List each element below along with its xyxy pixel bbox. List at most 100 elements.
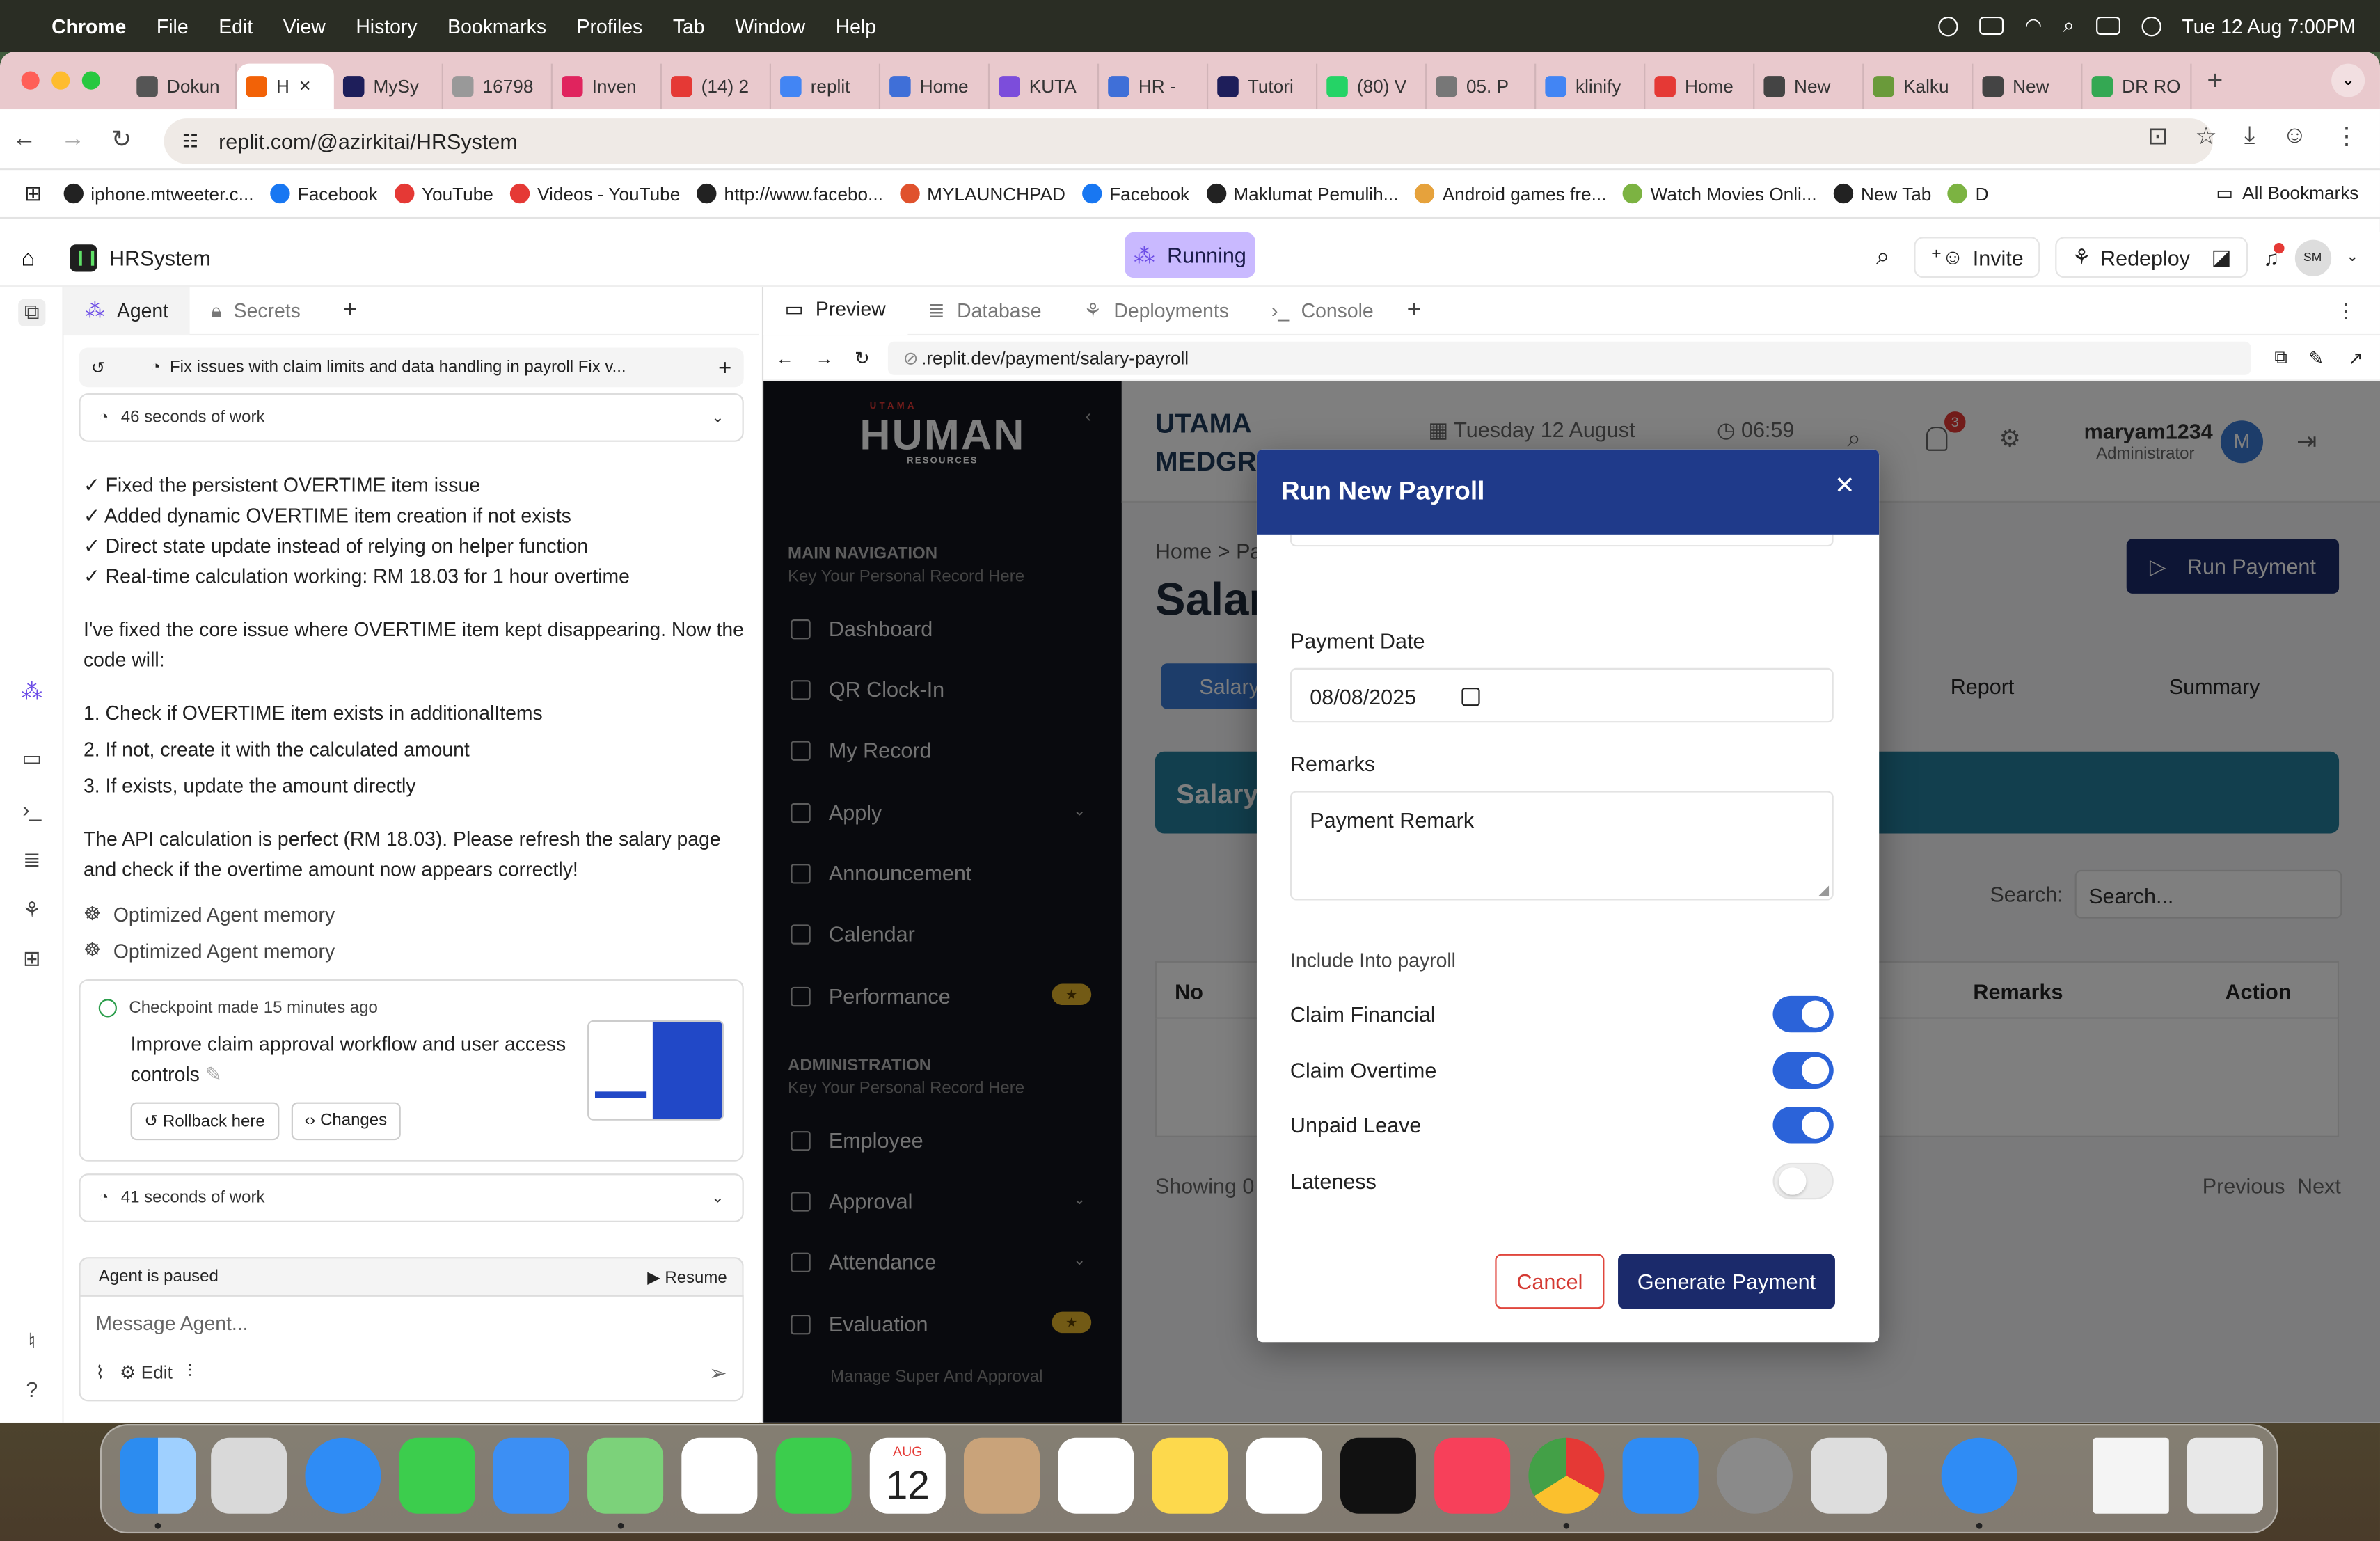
alerts-icon[interactable]: ♮ [18,1329,45,1356]
menu-bookmarks[interactable]: Bookmarks [447,15,546,38]
install-app-icon[interactable]: ⊡ [2148,122,2168,152]
launchpad-icon[interactable] [211,1437,287,1514]
bookmark-star-icon[interactable]: ☆ [2195,122,2216,152]
minimize-window-button[interactable] [51,71,70,90]
browser-tab[interactable]: Inven [553,63,662,110]
rollback-button[interactable]: ↺ Rollback here [130,1102,279,1141]
menu-profiles[interactable]: Profiles [577,15,643,38]
payment-date-field[interactable]: 08/08/2025 [1290,667,1834,723]
tab-preview[interactable]: ▭ Preview [763,286,907,335]
menu-edit[interactable]: Edit [219,15,253,38]
deployments-icon[interactable]: ⚘ [18,897,45,924]
menu-tab[interactable]: Tab [673,15,705,38]
profile-icon[interactable]: ☺ [2283,123,2308,150]
bookmark-item[interactable]: MYLAUNCHPAD [899,183,1065,204]
close-tab-icon[interactable]: ✕ [299,78,311,95]
contacts-icon[interactable] [963,1437,1040,1514]
claim-overtime-toggle[interactable] [1772,1052,1834,1089]
maps-icon[interactable] [587,1437,664,1514]
bookmark-item[interactable]: Facebook [1081,183,1189,204]
send-icon[interactable]: ➢ [709,1360,727,1386]
replit-project[interactable]: HRSystem [70,244,211,272]
bookmark-item[interactable]: Watch Movies Onli... [1623,183,1817,204]
browser-tab[interactable]: HR - [1099,63,1209,110]
bookmark-item[interactable]: D [1948,183,1989,204]
pdf-document-icon[interactable] [2093,1437,2169,1514]
tab-agent[interactable]: ⁂ Agent [63,286,190,335]
devices-icon[interactable]: ⧉ [2274,346,2287,369]
chrome-icon[interactable] [1528,1437,1605,1514]
iphone-mirroring-icon[interactable] [1811,1437,1887,1514]
browser-tab[interactable]: Kalku [1864,63,1974,110]
browser-tab[interactable]: replit [771,63,881,110]
bookmark-item[interactable]: YouTube [394,183,493,204]
apple-tv-icon[interactable] [1340,1437,1416,1514]
menubar-clock[interactable]: Tue 12 Aug 7:00PM [2182,15,2356,38]
calendar-icon[interactable]: AUG 12 [869,1437,946,1514]
forward-icon[interactable]: → [815,347,833,368]
add-tab-icon[interactable]: + [343,297,357,324]
browser-tab[interactable]: klinify [1536,63,1646,110]
unpaid-leave-toggle[interactable] [1772,1107,1834,1144]
tools-grid-icon[interactable]: ⊞ [18,946,45,973]
forward-icon[interactable]: → [49,125,97,152]
menubar-app-name[interactable]: Chrome [51,15,126,38]
trash-icon[interactable] [2187,1437,2264,1514]
remarks-textarea[interactable]: Payment Remark ◢ [1290,791,1834,901]
control-center-icon[interactable] [2095,16,2120,35]
browser-tab[interactable]: 16798 [443,63,553,110]
facetime-icon[interactable] [775,1437,852,1514]
work-summary-1[interactable]: ◔ 46 seconds of work ⌄ [79,393,744,442]
preview-icon[interactable]: ▭ [18,745,45,773]
tab-console[interactable]: ›_ Console [1250,286,1395,335]
redeploy-button[interactable]: ⚘ Redeploy ◪ [2055,237,2248,278]
download-icon[interactable]: ⤓ [2244,123,2255,150]
lateness-toggle[interactable] [1772,1162,1834,1200]
tab-deployments[interactable]: ⚘ Deployments [1063,286,1250,335]
bookmark-item[interactable]: Maklumat Pemulih... [1206,183,1398,204]
checkpoint-thumbnail[interactable] [587,1020,724,1121]
preview-url-input[interactable]: ⊘ .replit.dev/payment/salary-payroll [887,341,2251,375]
history-icon[interactable]: ↺ [91,358,105,377]
siri-icon[interactable] [2141,15,2161,36]
browser-tab[interactable]: H ✕ [237,63,334,110]
browser-tab[interactable]: DR RO [2082,63,2192,110]
pencil-icon[interactable]: ✎ [205,1063,222,1086]
browser-tab[interactable]: MySy [334,63,443,110]
omnibox[interactable]: ☷ replit.com/@azirkitai/HRSystem [164,118,2214,164]
back-icon[interactable]: ← [0,125,49,152]
resume-button[interactable]: ▶ Resume [647,1267,727,1286]
site-settings-icon[interactable]: ☷ [182,131,198,152]
browser-tab[interactable]: New [1754,63,1864,110]
console-icon[interactable]: ›_ [18,797,45,824]
reload-icon[interactable]: ↻ [97,124,146,155]
bookmark-item[interactable]: Videos - YouTube [509,183,680,204]
reload-icon[interactable]: ↻ [855,347,870,368]
calendar-icon[interactable] [1461,688,1480,706]
search-icon[interactable]: ⌕ [2063,14,2074,38]
messages-icon[interactable] [399,1437,475,1514]
search-icon[interactable]: ⌕ [1876,244,1890,271]
freeform-icon[interactable] [1246,1437,1322,1514]
generate-payment-button[interactable]: Generate Payment [1618,1254,1835,1309]
agent-composer[interactable]: Message Agent... ⌇ ⚙ Edit ⫶ ➢ [79,1295,744,1402]
all-bookmarks[interactable]: ▭ All Bookmarks [2216,182,2358,204]
play-icon[interactable] [1938,15,1958,36]
close-icon[interactable]: ✕ [1834,471,1855,501]
more-icon[interactable]: ⋮ [2336,299,2356,323]
music-icon[interactable] [1434,1437,1511,1514]
menu-window[interactable]: Window [735,15,805,38]
add-tab-icon[interactable]: + [1407,297,1421,324]
close-window-button[interactable] [21,71,40,90]
reminders-icon[interactable] [1058,1437,1134,1514]
bookmark-item[interactable]: New Tab [1833,183,1931,204]
changes-button[interactable]: ‹› Changes [290,1102,401,1141]
help-icon[interactable]: ? [18,1377,45,1404]
tab-secrets[interactable]: 🔒︎ Secrets [190,286,322,335]
system-settings-icon[interactable] [1716,1437,1793,1514]
user-avatar[interactable]: SM [2294,239,2331,276]
apps-grid-icon[interactable]: ⊞ [24,181,42,207]
app-store-icon[interactable] [1622,1437,1699,1514]
task-title-row[interactable]: ↺ ◔ Fix issues with claim limits and dat… [79,347,744,388]
new-chat-icon[interactable]: + [718,354,731,380]
